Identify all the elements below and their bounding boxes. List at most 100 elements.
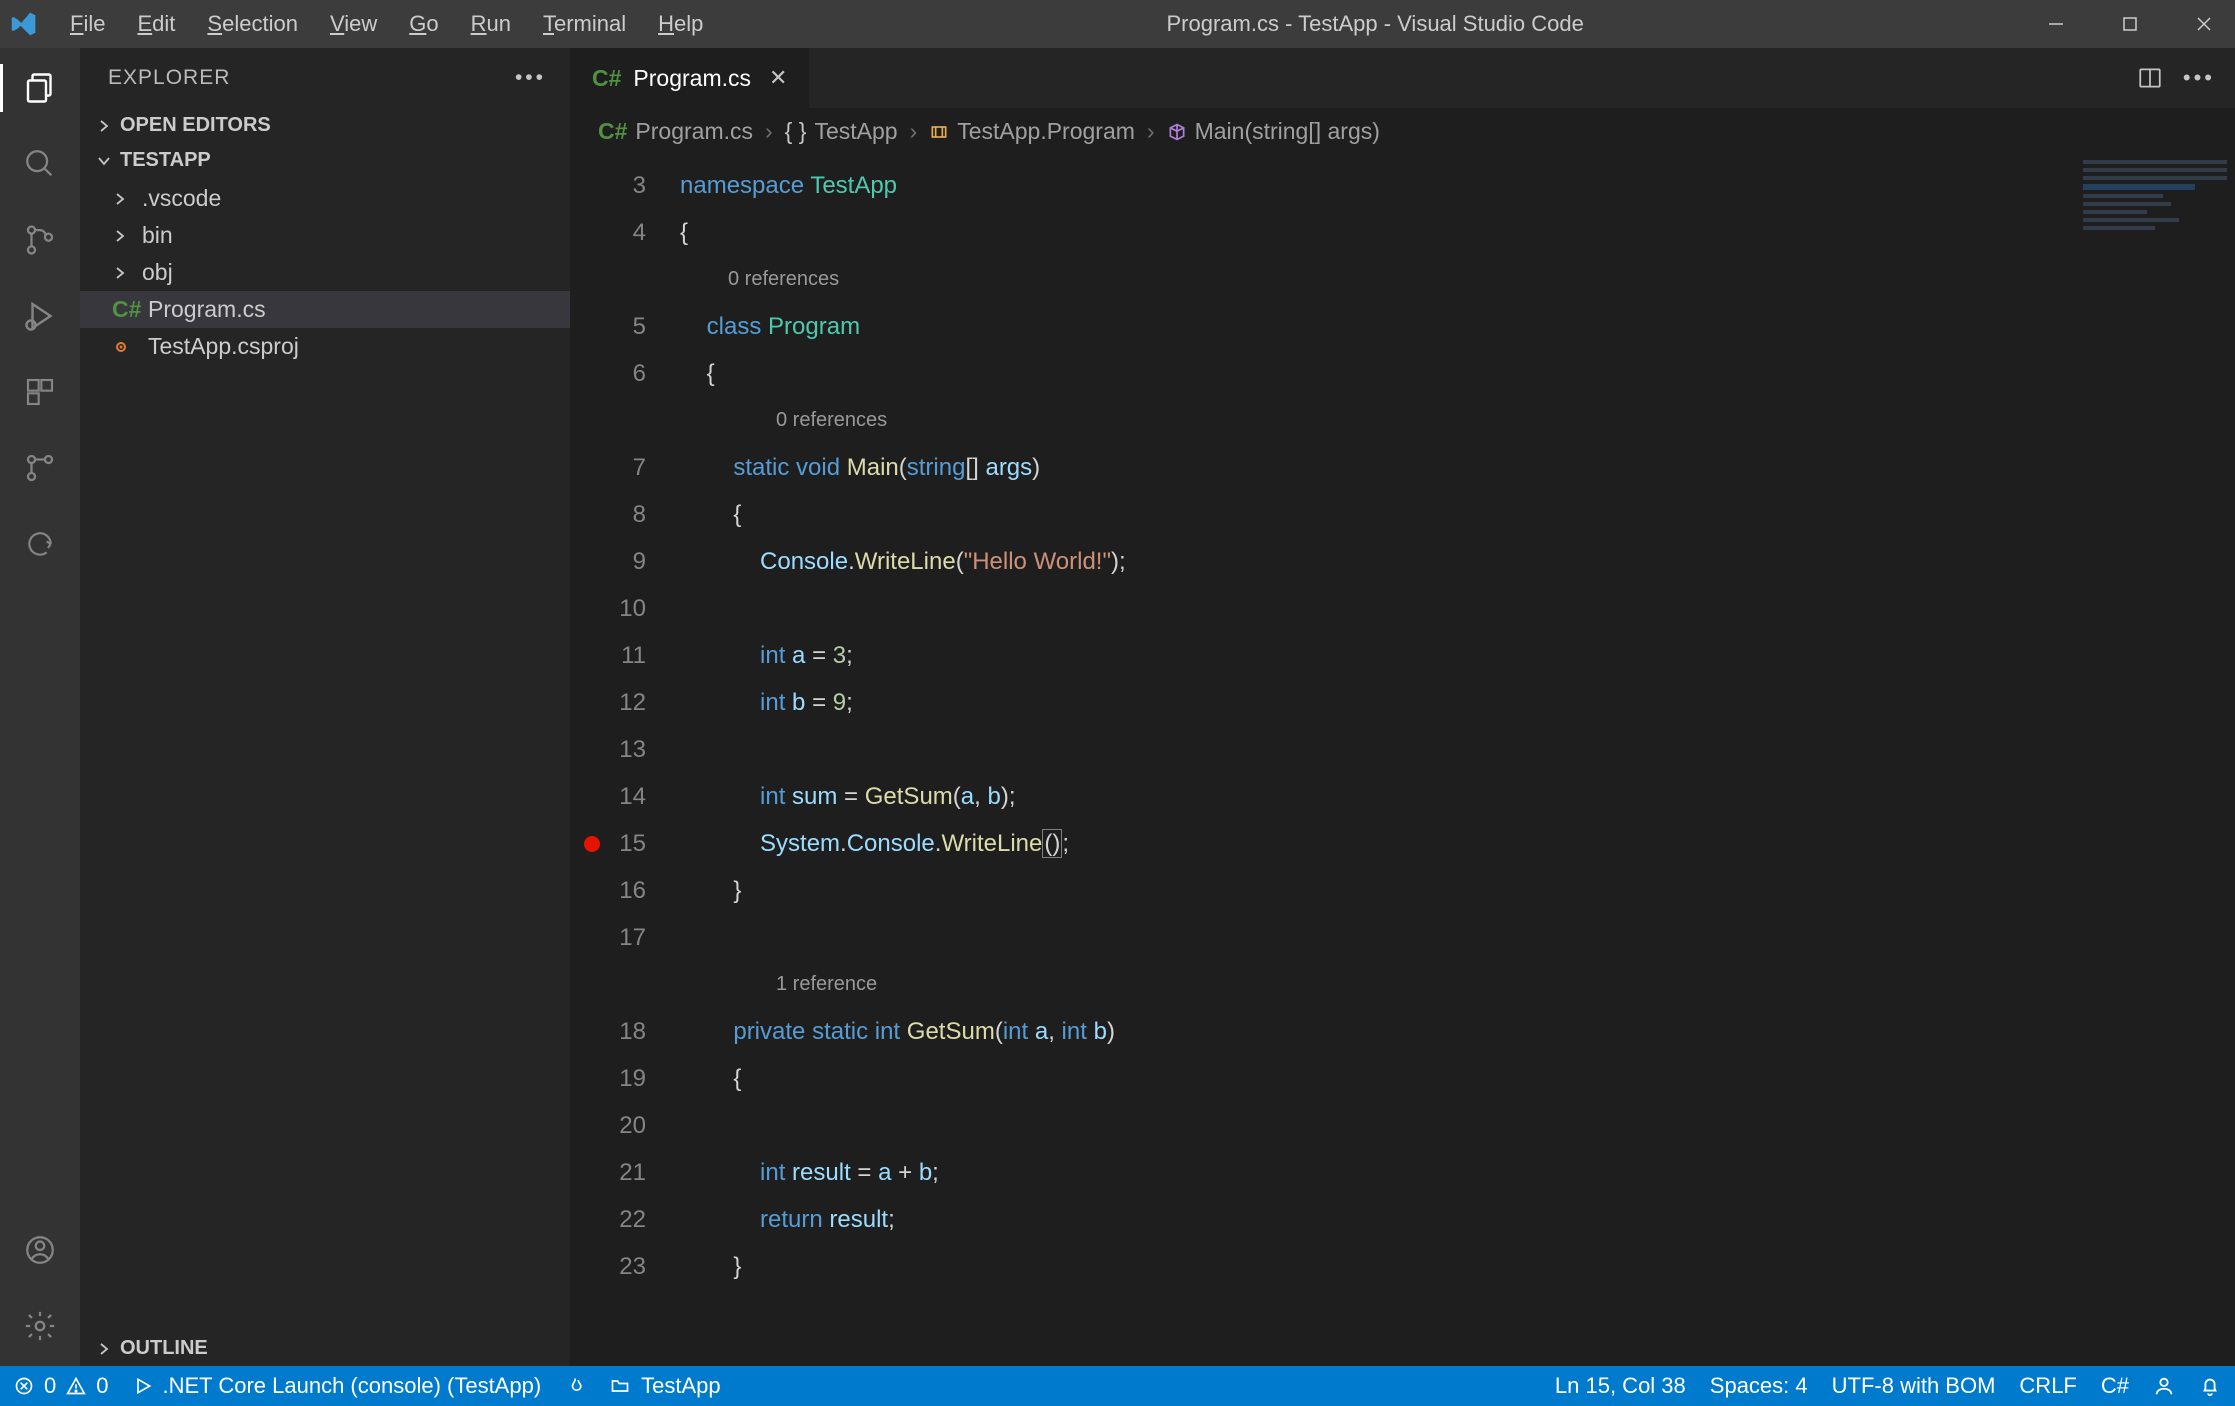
breadcrumb-item[interactable]: { }TestApp <box>785 118 898 145</box>
line-number[interactable]: 19 <box>570 1055 680 1102</box>
codelens-references[interactable]: 1 reference <box>680 961 2235 1008</box>
codelens-references[interactable]: 0 references <box>680 397 2235 444</box>
minimize-button[interactable] <box>2033 8 2079 40</box>
line-number[interactable]: 16 <box>570 867 680 914</box>
search-icon[interactable] <box>16 140 64 188</box>
line-number[interactable]: 13 <box>570 726 680 773</box>
code-line[interactable]: { <box>680 1055 2235 1102</box>
line-number[interactable]: 11 <box>570 632 680 679</box>
source-control-icon[interactable] <box>16 216 64 264</box>
line-number[interactable]: 23 <box>570 1243 680 1290</box>
code-line[interactable]: { <box>680 350 2235 397</box>
folder-obj[interactable]: obj <box>80 254 570 291</box>
code-line[interactable]: System.Console.WriteLine(); <box>680 820 2235 867</box>
close-button[interactable] <box>2181 8 2227 40</box>
code-line[interactable]: int sum = GetSum(a, b); <box>680 773 2235 820</box>
code-line[interactable] <box>680 585 2235 632</box>
menu-terminal[interactable]: Terminal <box>529 7 640 41</box>
code-line[interactable]: } <box>680 867 2235 914</box>
folder-.vscode[interactable]: .vscode <box>80 180 570 217</box>
file-Program.cs[interactable]: C#Program.cs <box>80 291 570 328</box>
line-number[interactable]: 6 <box>570 350 680 397</box>
project-section[interactable]: TESTAPP <box>80 143 570 178</box>
line-number[interactable]: 3 <box>570 162 680 209</box>
code-area[interactable]: 34 56 7891011121314151617 181920212223 n… <box>570 156 2235 1366</box>
status-launch-config[interactable]: .NET Core Launch (console) (TestApp) <box>133 1373 542 1399</box>
code-line[interactable]: static void Main(string[] args) <box>680 444 2235 491</box>
status-language[interactable]: C# <box>2101 1373 2129 1399</box>
code-line[interactable]: { <box>680 491 2235 538</box>
line-number[interactable]: 21 <box>570 1149 680 1196</box>
file-TestApp.csproj[interactable]: TestApp.csproj <box>80 328 570 365</box>
line-number[interactable]: 15 <box>570 820 680 867</box>
menu-go[interactable]: Go <box>395 7 452 41</box>
breadcrumb-label: Main(string[] args) <box>1195 118 1380 145</box>
close-tab-icon[interactable]: ✕ <box>769 65 787 91</box>
status-bar: 0 0 .NET Core Launch (console) (TestApp)… <box>0 1366 2235 1406</box>
status-indent[interactable]: Spaces: 4 <box>1710 1373 1808 1399</box>
line-number[interactable]: 7 <box>570 444 680 491</box>
code-line[interactable]: } <box>680 1243 2235 1290</box>
line-number[interactable]: 5 <box>570 303 680 350</box>
code-line[interactable] <box>680 726 2235 773</box>
open-editors-section[interactable]: OPEN EDITORS <box>80 108 570 143</box>
status-cursor-pos[interactable]: Ln 15, Col 38 <box>1555 1373 1686 1399</box>
code-line[interactable]: namespace TestApp <box>680 162 2235 209</box>
codelens-references[interactable]: 0 references <box>680 256 2235 303</box>
breadcrumb-item[interactable]: Main(string[] args) <box>1167 118 1380 145</box>
folder-bin[interactable]: bin <box>80 217 570 254</box>
menu-run[interactable]: Run <box>457 7 525 41</box>
line-number[interactable]: 14 <box>570 773 680 820</box>
split-editor-icon[interactable] <box>2137 65 2163 91</box>
outline-section[interactable]: OUTLINE <box>80 1331 570 1366</box>
code-line[interactable]: private static int GetSum(int a, int b) <box>680 1008 2235 1055</box>
code-line[interactable]: { <box>680 209 2235 256</box>
status-flame-icon[interactable] <box>565 1375 585 1397</box>
line-number[interactable]: 17 <box>570 914 680 961</box>
account-icon[interactable] <box>16 1226 64 1274</box>
code-line[interactable]: int a = 3; <box>680 632 2235 679</box>
code-line[interactable] <box>680 1102 2235 1149</box>
code-line[interactable] <box>680 914 2235 961</box>
minimap[interactable] <box>2075 156 2235 336</box>
line-number[interactable]: 20 <box>570 1102 680 1149</box>
code-line[interactable]: int b = 9; <box>680 679 2235 726</box>
settings-gear-icon[interactable] <box>16 1302 64 1350</box>
maximize-button[interactable] <box>2107 8 2153 40</box>
code-line[interactable]: Console.WriteLine("Hello World!"); <box>680 538 2235 585</box>
line-number[interactable]: 18 <box>570 1008 680 1055</box>
more-icon[interactable]: ••• <box>515 66 546 90</box>
git-graph-icon[interactable] <box>16 444 64 492</box>
explorer-icon[interactable] <box>0 64 80 112</box>
menu-help[interactable]: Help <box>644 7 717 41</box>
menu-selection[interactable]: Selection <box>193 7 312 41</box>
line-number[interactable]: 22 <box>570 1196 680 1243</box>
status-feedback-icon[interactable] <box>2153 1375 2175 1397</box>
breakpoint-icon[interactable] <box>584 836 600 852</box>
status-folder[interactable]: TestApp <box>609 1373 721 1399</box>
line-number[interactable]: 9 <box>570 538 680 585</box>
line-number[interactable]: 8 <box>570 491 680 538</box>
editor-more-icon[interactable]: ••• <box>2183 65 2215 91</box>
code-line[interactable]: int result = a + b; <box>680 1149 2235 1196</box>
menu-edit[interactable]: Edit <box>123 7 189 41</box>
status-bell-icon[interactable] <box>2199 1375 2221 1397</box>
breadcrumb-label: Program.cs <box>635 118 753 145</box>
line-number[interactable]: 4 <box>570 209 680 256</box>
breadcrumb-item[interactable]: C#Program.cs <box>598 118 753 145</box>
line-number[interactable]: 12 <box>570 679 680 726</box>
menu-view[interactable]: View <box>316 7 391 41</box>
run-debug-icon[interactable] <box>16 292 64 340</box>
line-number[interactable]: 10 <box>570 585 680 632</box>
status-eol[interactable]: CRLF <box>2019 1373 2076 1399</box>
code-line[interactable]: class Program <box>680 303 2235 350</box>
extensions-icon[interactable] <box>16 368 64 416</box>
menu-file[interactable]: File <box>56 7 119 41</box>
code-line[interactable]: return result; <box>680 1196 2235 1243</box>
status-encoding[interactable]: UTF-8 with BOM <box>1832 1373 1996 1399</box>
breadcrumb-item[interactable]: TestApp.Program <box>929 118 1135 145</box>
status-problems[interactable]: 0 0 <box>14 1373 109 1399</box>
tab-program-cs[interactable]: C# Program.cs ✕ <box>570 48 810 108</box>
code-text[interactable]: namespace TestApp{0 references class Pro… <box>680 156 2235 1366</box>
sync-icon[interactable] <box>16 520 64 568</box>
